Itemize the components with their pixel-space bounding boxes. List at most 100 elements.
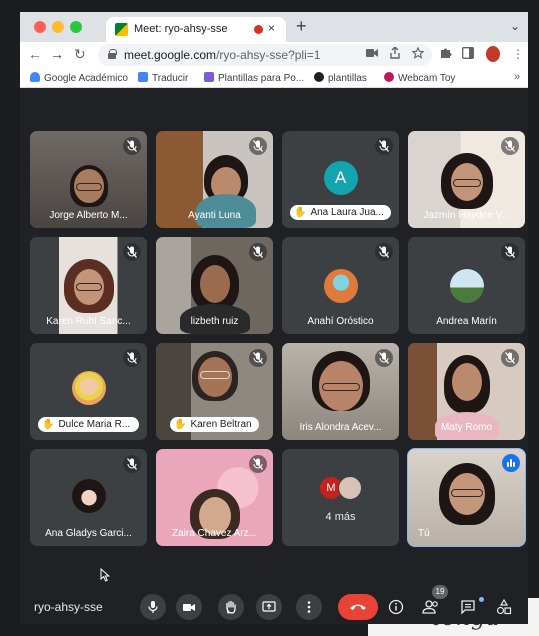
bookmark-plantillas[interactable]: plantillas xyxy=(314,72,367,84)
more-participants-label: 4 más xyxy=(325,511,356,523)
participant-tile[interactable]: ✋ Dulce Maria R... xyxy=(30,343,147,440)
glasses xyxy=(75,183,102,191)
lock-icon[interactable] xyxy=(108,49,117,59)
participant-name: Anahí Oróstico xyxy=(307,316,374,327)
present-screen-button[interactable] xyxy=(256,594,282,620)
participant-tile[interactable]: Jorge Alberto M... xyxy=(30,131,147,228)
raised-hand-icon: ✋ xyxy=(174,419,187,430)
address-bar[interactable]: meet.google.com/ryo-ahsy-sse?pli=1 xyxy=(98,44,432,66)
participant-tile[interactable]: Jazmín Haydee V... xyxy=(408,131,525,228)
participant-tile[interactable]: ✋ Karen Beltran xyxy=(156,343,273,440)
mic-off-icon xyxy=(501,349,519,367)
raise-hand-button[interactable] xyxy=(218,594,244,620)
microphone-button[interactable] xyxy=(140,594,166,620)
camera-button[interactable] xyxy=(176,594,202,620)
share-icon[interactable] xyxy=(390,46,400,62)
mic-off-icon xyxy=(375,137,393,155)
bookmark-google-academico[interactable]: Google Académico xyxy=(30,72,128,84)
mic-off-icon xyxy=(375,243,393,261)
participant-tile[interactable]: lizbeth ruiz xyxy=(156,237,273,334)
glasses xyxy=(450,489,483,497)
raised-hand-icon: ✋ xyxy=(294,207,307,218)
avatar xyxy=(338,476,362,500)
participant-name: Maty Romo xyxy=(440,422,493,433)
bookmark-label: Traducir xyxy=(152,73,189,84)
mic-off-icon xyxy=(123,243,141,261)
reload-button[interactable]: ↻ xyxy=(74,46,86,62)
participant-tile[interactable]: A ✋ Ana Laura Jua... xyxy=(282,131,399,228)
meeting-details-icon[interactable] xyxy=(388,599,404,620)
mic-off-icon xyxy=(123,455,141,473)
participant-name: Andrea Marín xyxy=(436,316,497,327)
participant-tile[interactable]: Maty Romo xyxy=(408,343,525,440)
url-host: meet.google.com xyxy=(124,48,217,62)
camera-in-use-icon[interactable] xyxy=(366,47,378,61)
side-panel-icon[interactable] xyxy=(462,47,474,62)
participant-tile[interactable]: Anahí Oróstico xyxy=(282,237,399,334)
chat-icon[interactable] xyxy=(460,599,476,620)
participant-tile[interactable]: Iris Alondra Acev... xyxy=(282,343,399,440)
url-text: meet.google.com/ryo-ahsy-sse?pli=1 xyxy=(124,48,320,62)
participant-tile[interactable]: Andrea Marín xyxy=(408,237,525,334)
participant-face xyxy=(451,363,482,401)
glasses xyxy=(199,371,230,379)
mic-off-icon xyxy=(375,349,393,367)
participant-tile[interactable]: Karen Rubí Sanc... xyxy=(30,237,147,334)
browser-tab[interactable]: Meet: ryo-ahsy-sse × xyxy=(106,17,286,42)
mic-off-icon xyxy=(249,137,267,155)
browser-titlebar: Meet: ryo-ahsy-sse × + ⌄ xyxy=(20,12,528,42)
bookmark-webcam-toy[interactable]: Webcam Toy xyxy=(384,72,455,84)
translate-icon xyxy=(138,72,148,82)
recording-indicator-icon xyxy=(254,25,263,34)
new-tab-button[interactable]: + xyxy=(296,17,307,35)
bookmark-star-icon[interactable] xyxy=(411,46,425,62)
activities-icon[interactable] xyxy=(496,598,512,620)
tab-search-button[interactable]: ⌄ xyxy=(510,19,520,33)
avatar xyxy=(71,371,106,405)
glasses xyxy=(75,283,102,291)
forward-button[interactable]: → xyxy=(50,46,64,62)
back-button[interactable]: ← xyxy=(28,46,42,62)
participant-name: Ana Laura Jua... xyxy=(310,207,384,218)
tab-title: Meet: ryo-ahsy-sse xyxy=(134,23,228,35)
bookmark-label: Plantillas para Po... xyxy=(218,73,305,84)
mic-off-icon xyxy=(501,243,519,261)
participant-name-pill: ✋ Ana Laura Jua... xyxy=(290,205,391,220)
participant-name: Karen Beltran xyxy=(190,419,252,430)
end-call-button[interactable] xyxy=(338,594,378,620)
mouse-cursor-icon xyxy=(100,567,111,587)
avatar: A xyxy=(323,161,358,195)
bookmark-label: Google Académico xyxy=(44,73,128,84)
bookmarks-overflow-button[interactable]: » xyxy=(514,71,520,83)
bookmark-plantillas-para[interactable]: Plantillas para Po... xyxy=(204,72,304,84)
participant-name-pill: ✋ Karen Beltran xyxy=(170,417,259,432)
browser-menu-button[interactable]: ⋮ xyxy=(512,47,524,61)
window-minimize-button[interactable] xyxy=(52,21,64,33)
mic-off-icon xyxy=(123,349,141,367)
glasses xyxy=(321,383,360,391)
participant-name: Jazmín Haydee V... xyxy=(423,210,510,221)
avatar xyxy=(71,479,106,513)
participant-tile[interactable]: Ana Gladys Garci... xyxy=(30,449,147,546)
bookmark-label: plantillas xyxy=(328,73,367,84)
slides-icon xyxy=(204,72,214,82)
mic-off-icon xyxy=(501,137,519,155)
mic-off-icon xyxy=(249,455,267,473)
self-view-tile[interactable]: Tú xyxy=(407,448,526,547)
participant-tile[interactable]: Zaira Chavez Arz... xyxy=(156,449,273,546)
tab-close-button[interactable]: × xyxy=(268,21,275,35)
bookmarks-bar: Google Académico Traducir Plantillas par… xyxy=(20,68,528,88)
more-options-button[interactable] xyxy=(296,594,322,620)
participant-tile[interactable]: Ayanti Luna xyxy=(156,131,273,228)
window-maximize-button[interactable] xyxy=(70,21,82,33)
window-close-button[interactable] xyxy=(34,21,46,33)
participant-name: Zaira Chavez Arz... xyxy=(171,528,258,539)
participant-name: Ana Gladys Garci... xyxy=(45,528,132,539)
glasses xyxy=(452,179,481,187)
extensions-puzzle-icon[interactable] xyxy=(440,47,452,62)
profile-avatar[interactable] xyxy=(486,46,500,62)
bookmark-traducir[interactable]: Traducir xyxy=(138,72,188,84)
more-participants-tile[interactable]: M 4 más xyxy=(282,449,399,546)
people-icon[interactable] xyxy=(422,599,440,620)
site-icon xyxy=(314,72,324,82)
